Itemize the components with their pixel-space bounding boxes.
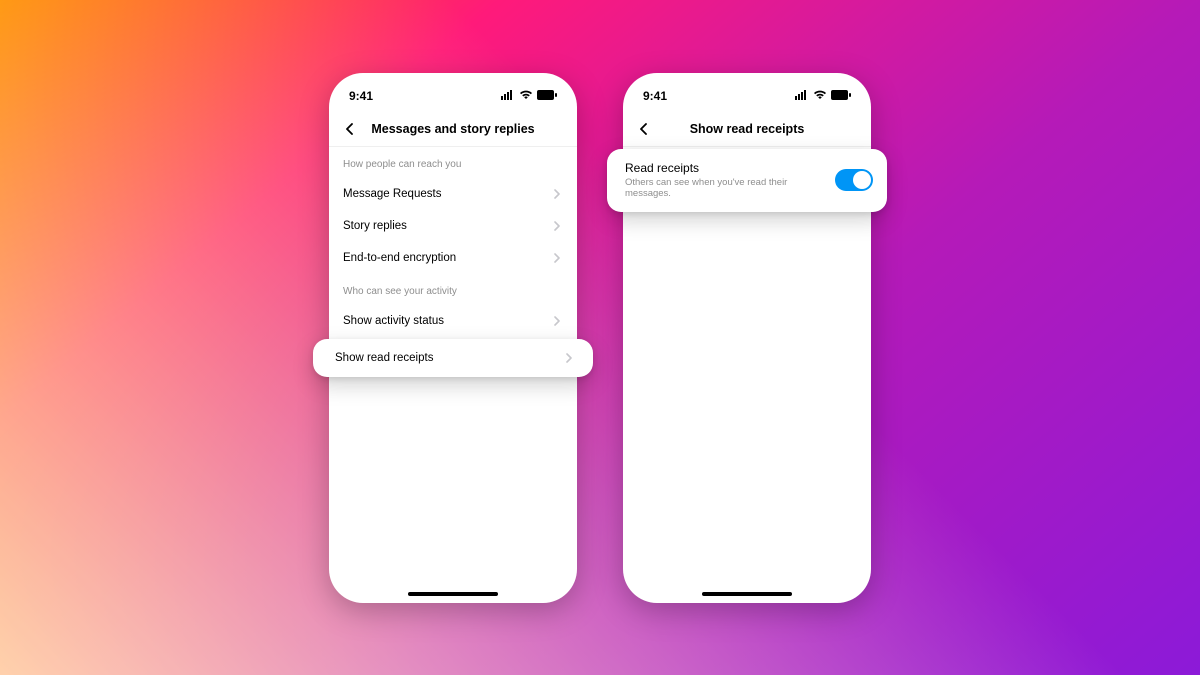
- home-indicator: [408, 592, 498, 596]
- row-message-requests[interactable]: Message Requests: [329, 178, 577, 210]
- phone-mockup-left: 9:41 Messages and story replies How peop…: [329, 73, 577, 603]
- row-story-replies[interactable]: Story replies: [329, 210, 577, 242]
- signal-icon: [501, 89, 515, 103]
- row-label: Message Requests: [343, 188, 441, 200]
- status-time: 9:41: [349, 89, 373, 103]
- status-time: 9:41: [643, 89, 667, 103]
- chevron-right-icon: [551, 252, 563, 264]
- status-icons: [795, 89, 851, 103]
- toggle-knob: [853, 171, 871, 189]
- row-label: Show activity status: [343, 315, 444, 327]
- battery-icon: [537, 89, 557, 103]
- section-header-activity: Who can see your activity: [329, 274, 577, 305]
- phone-mockup-right: 9:41 Show read receipts Read receipts Ot…: [623, 73, 871, 603]
- read-receipts-toggle[interactable]: [835, 169, 873, 191]
- chevron-left-icon: [344, 123, 356, 135]
- back-button[interactable]: [635, 120, 653, 138]
- row-label: Story replies: [343, 220, 407, 232]
- page-title: Messages and story replies: [371, 122, 534, 136]
- chevron-left-icon: [638, 123, 650, 135]
- settings-list: How people can reach you Message Request…: [329, 147, 577, 603]
- page-title: Show read receipts: [690, 122, 805, 136]
- row-show-read-receipts[interactable]: Show read receipts: [313, 339, 593, 377]
- chevron-right-icon: [551, 188, 563, 200]
- row-end-to-end-encryption[interactable]: End-to-end encryption: [329, 242, 577, 274]
- back-button[interactable]: [341, 120, 359, 138]
- card-subtitle: Others can see when you've read their me…: [625, 177, 825, 201]
- status-bar: 9:41: [329, 73, 577, 113]
- nav-bar: Messages and story replies: [329, 113, 577, 147]
- wifi-icon: [519, 89, 533, 103]
- row-show-activity-status[interactable]: Show activity status: [329, 305, 577, 337]
- card-title: Read receipts: [625, 161, 825, 175]
- signal-icon: [795, 89, 809, 103]
- chevron-right-icon: [563, 352, 575, 364]
- chevron-right-icon: [551, 220, 563, 232]
- home-indicator: [702, 592, 792, 596]
- status-icons: [501, 89, 557, 103]
- read-receipts-card: Read receipts Others can see when you've…: [607, 149, 887, 213]
- nav-bar: Show read receipts: [623, 113, 871, 147]
- battery-icon: [831, 89, 851, 103]
- settings-detail: Read receipts Others can see when you've…: [623, 147, 871, 603]
- section-header-reach: How people can reach you: [329, 147, 577, 178]
- card-text: Read receipts Others can see when you've…: [625, 161, 825, 201]
- chevron-right-icon: [551, 315, 563, 327]
- row-label: Show read receipts: [335, 352, 433, 364]
- wifi-icon: [813, 89, 827, 103]
- status-bar: 9:41: [623, 73, 871, 113]
- row-label: End-to-end encryption: [343, 252, 456, 264]
